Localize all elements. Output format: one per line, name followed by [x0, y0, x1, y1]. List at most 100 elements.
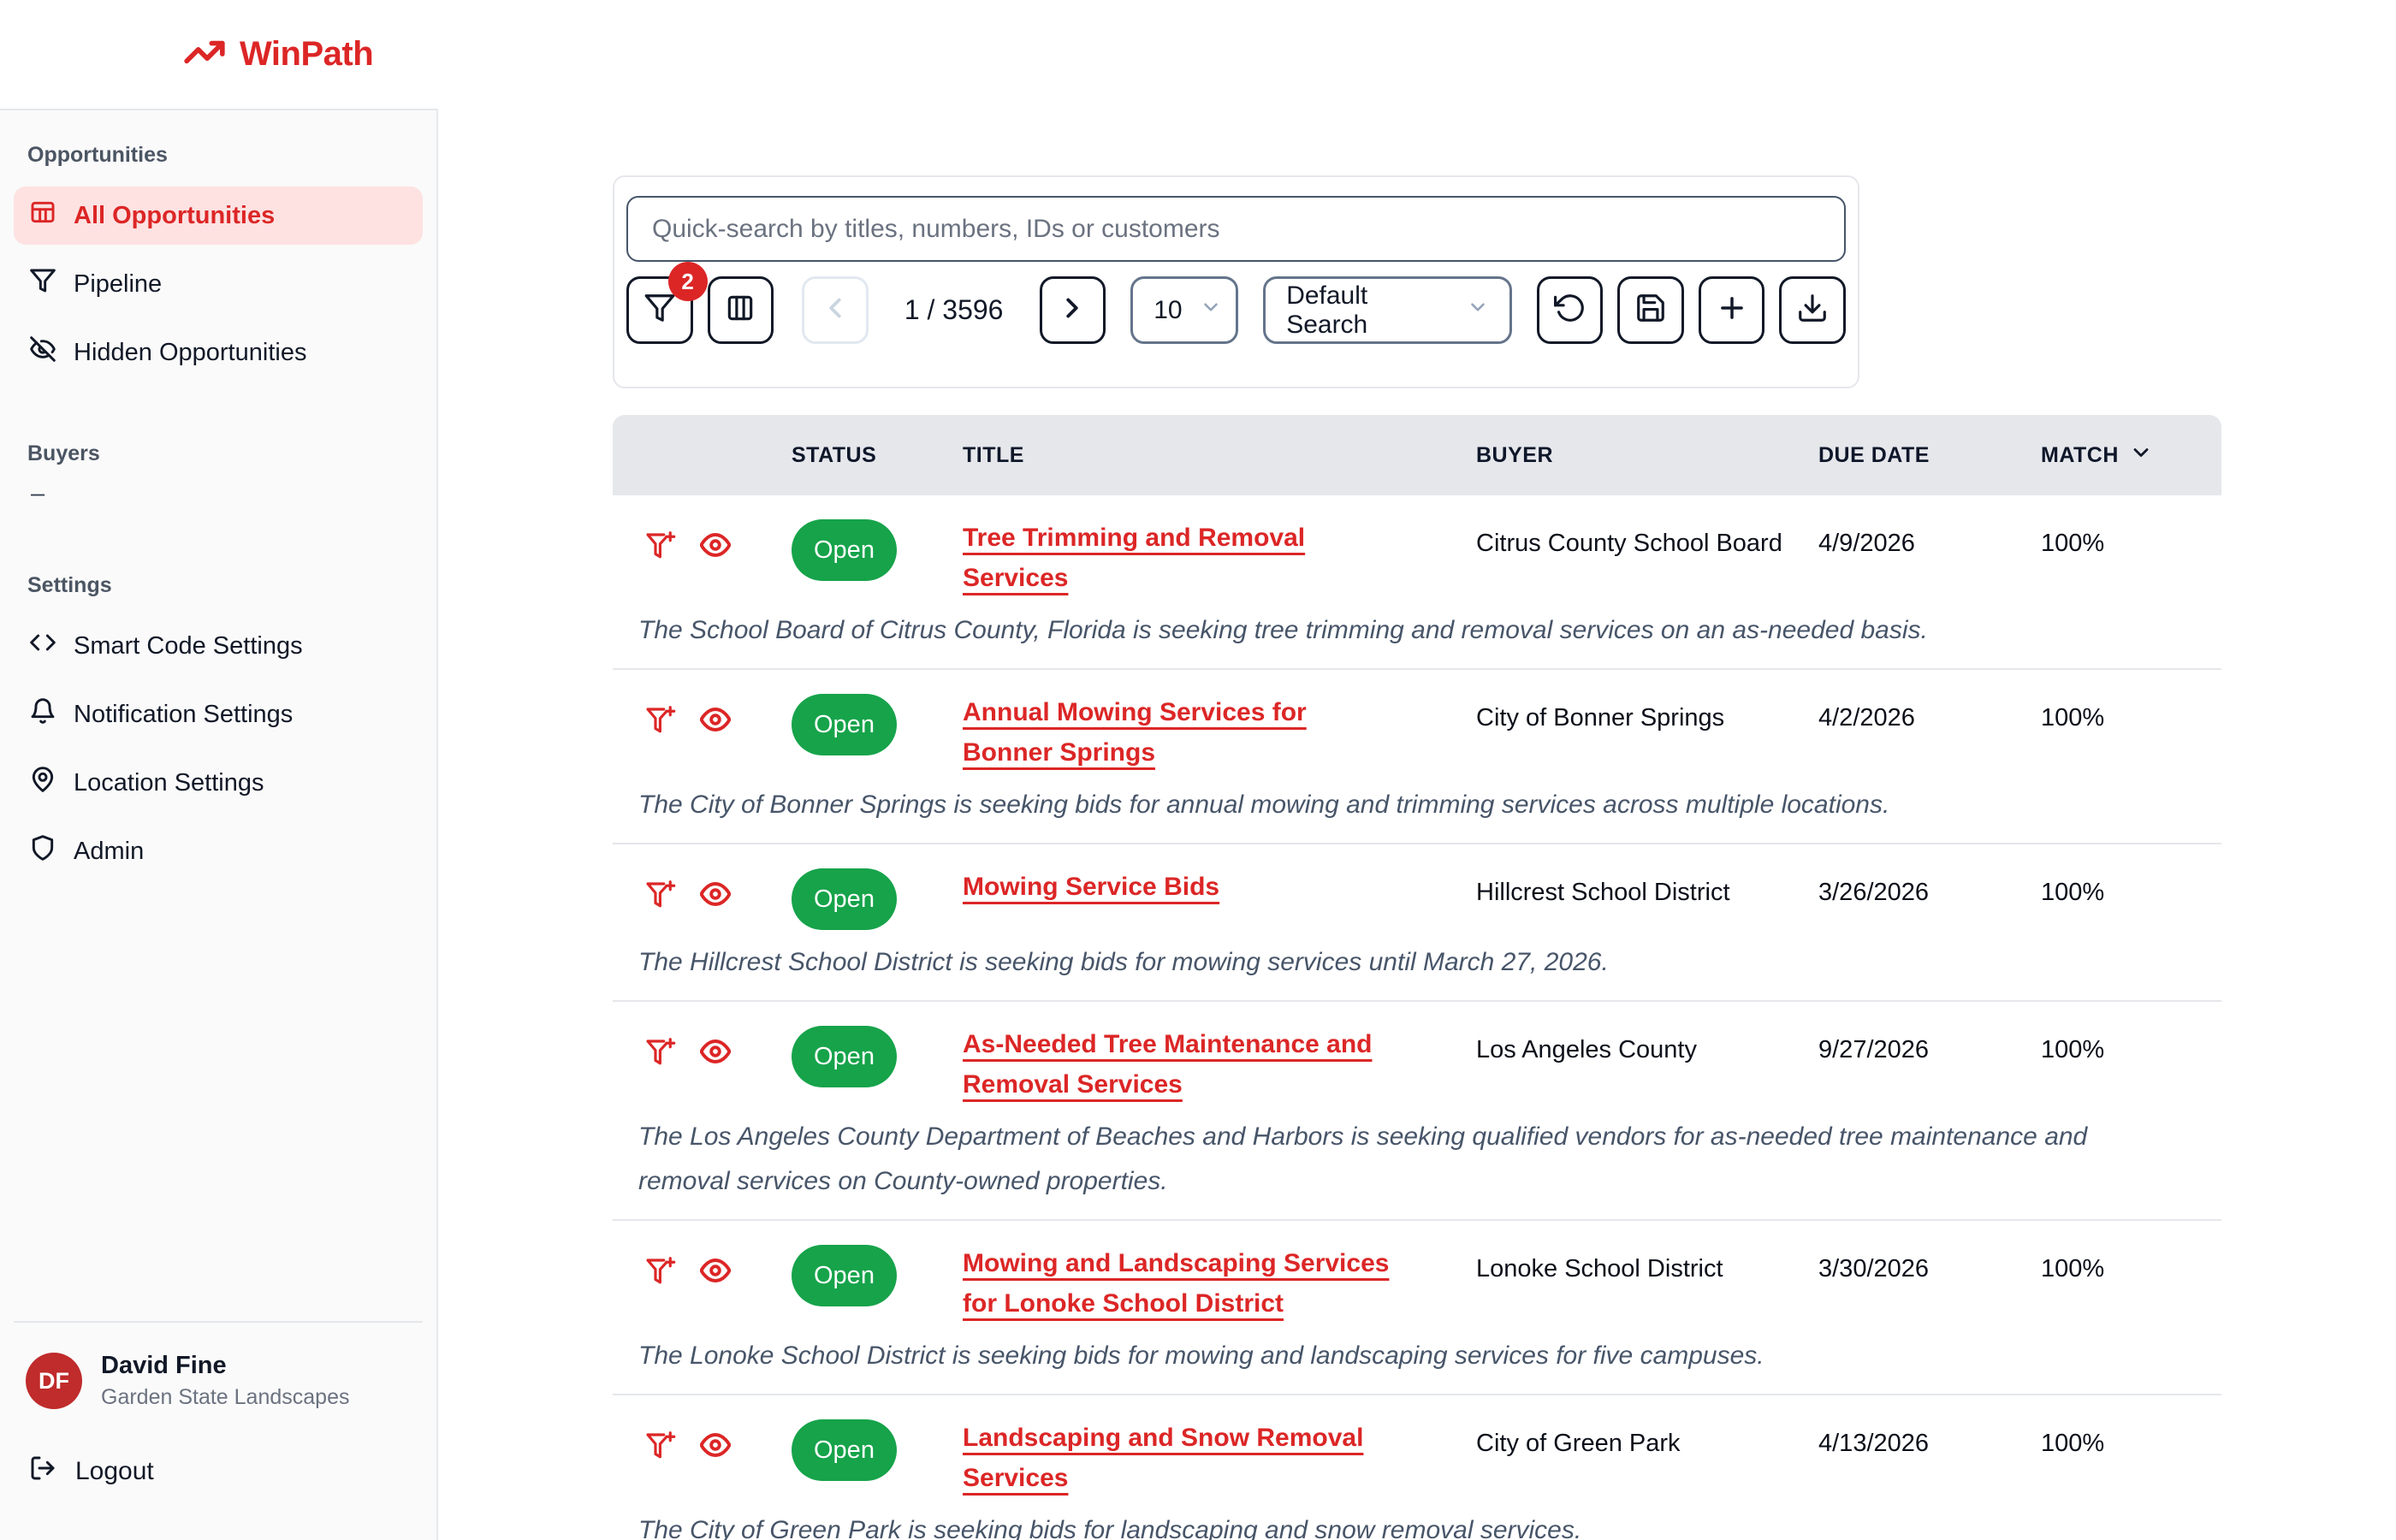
funnel-plus-icon[interactable] [645, 1430, 676, 1472]
status-badge: Open [792, 1026, 897, 1087]
status-badge: Open [792, 694, 897, 755]
sidebar-section-settings: Settings [27, 573, 112, 597]
sidebar-item-notification-settings[interactable]: Notification Settings [14, 685, 423, 743]
sidebar-item-label: All Opportunities [74, 201, 276, 229]
funnel-plus-icon[interactable] [645, 1036, 676, 1078]
sidebar-item-label: Admin [74, 837, 145, 865]
sidebar-item-pipeline[interactable]: Pipeline [14, 255, 423, 313]
sidebar-item-label: Location Settings [74, 768, 264, 797]
plus-icon [1716, 292, 1748, 329]
funnel-plus-icon[interactable] [645, 1255, 676, 1297]
buyer-column-header[interactable]: BUYER [1476, 443, 1818, 468]
opportunity-description: The City of Bonner Springs is seeking bi… [638, 791, 1890, 819]
chevron-down-icon [1183, 296, 1222, 325]
buyer-cell: Los Angeles County [1476, 1036, 1697, 1063]
eye-icon[interactable] [699, 1255, 732, 1297]
sidebar: Opportunities All Opportunities Pipeline… [0, 109, 438, 1540]
search-input[interactable] [626, 196, 1846, 262]
sidebar-item-label: Hidden Opportunities [74, 338, 307, 366]
opportunity-description: The School Board of Citrus County, Flori… [638, 616, 1928, 644]
logout-button[interactable]: Logout [14, 1441, 423, 1502]
opportunity-title-link[interactable]: As-Needed Tree Maintenance and Removal S… [963, 1030, 1372, 1099]
sidebar-item-label: Notification Settings [74, 700, 294, 728]
rotate-ccw-icon [1553, 292, 1586, 329]
table-row: Open Mowing Service Bids Hillcrest Schoo… [613, 844, 2221, 1002]
opportunity-title-link[interactable]: Annual Mowing Services for Bonner Spring… [963, 698, 1307, 767]
user-profile: DF David Fine Garden State Landscapes [14, 1321, 423, 1410]
funnel-icon [29, 267, 56, 301]
due-date-cell: 3/30/2026 [1818, 1255, 1930, 1282]
sidebar-item-admin[interactable]: Admin [14, 822, 423, 880]
shield-icon [29, 834, 56, 868]
reset-search-button[interactable] [1536, 276, 1604, 344]
status-column-header[interactable]: STATUS [792, 443, 963, 468]
code-icon [29, 629, 56, 663]
due-date-cell: 3/26/2026 [1818, 879, 1930, 906]
buyer-cell: Citrus County School Board [1476, 530, 1782, 557]
eye-icon[interactable] [699, 530, 732, 572]
logout-label: Logout [75, 1457, 154, 1485]
eye-icon[interactable] [699, 879, 732, 921]
opportunity-title-link[interactable]: Tree Trimming and Removal Services [963, 524, 1305, 592]
new-search-button[interactable] [1698, 276, 1765, 344]
buyer-cell: City of Green Park [1476, 1430, 1681, 1457]
sidebar-item-smart-code-settings[interactable]: Smart Code Settings [14, 617, 423, 675]
funnel-plus-icon[interactable] [645, 530, 676, 572]
buyers-empty-placeholder: – [31, 480, 45, 507]
export-button[interactable] [1779, 276, 1847, 344]
table-row: Open Landscaping and Snow Removal Servic… [613, 1395, 2221, 1540]
previous-page-button[interactable] [802, 276, 869, 344]
match-column-header[interactable]: MATCH [2041, 441, 2221, 471]
filters-button[interactable]: 2 [626, 262, 708, 344]
opportunity-description: The Los Angeles County Department of Bea… [638, 1122, 2088, 1195]
sort-chevron-down-icon [2119, 441, 2153, 471]
status-badge: Open [792, 1419, 897, 1481]
opportunity-description: The Lonoke School District is seeking bi… [638, 1342, 1764, 1370]
toolbar-buttons: 2 1 / 3596 10 Default Search [626, 262, 1847, 344]
due-date-column-header[interactable]: DUE DATE [1818, 443, 2041, 468]
match-cell: 100% [2041, 879, 2105, 906]
funnel-plus-icon[interactable] [645, 704, 676, 746]
opportunity-title-link[interactable]: Mowing Service Bids [963, 873, 1219, 901]
eye-icon[interactable] [699, 704, 732, 746]
due-date-cell: 9/27/2026 [1818, 1036, 1930, 1063]
saved-search-select[interactable]: Default Search [1263, 276, 1512, 344]
funnel-plus-icon[interactable] [645, 879, 676, 921]
user-name: David Fine [101, 1352, 227, 1379]
funnel-icon [643, 292, 676, 329]
trending-up-icon [183, 31, 226, 78]
top-bar: WinPath [0, 0, 2396, 109]
opportunity-title-link[interactable]: Landscaping and Snow Removal Services [963, 1424, 1363, 1492]
brand-logo[interactable]: WinPath [183, 31, 374, 78]
user-company: Garden State Landscapes [101, 1385, 350, 1409]
map-pin-icon [29, 766, 56, 800]
next-page-button[interactable] [1039, 276, 1106, 344]
sidebar-item-label: Pipeline [74, 270, 163, 298]
match-cell: 100% [2041, 1430, 2105, 1457]
save-icon [1634, 292, 1667, 329]
save-search-button[interactable] [1617, 276, 1684, 344]
page-size-value: 10 [1154, 295, 1183, 324]
sidebar-item-hidden-opportunities[interactable]: Hidden Opportunities [14, 323, 423, 382]
sidebar-item-all-opportunities[interactable]: All Opportunities [14, 187, 423, 245]
sidebar-item-location-settings[interactable]: Location Settings [14, 754, 423, 812]
match-cell: 100% [2041, 1036, 2105, 1063]
status-badge: Open [792, 868, 897, 930]
eye-icon[interactable] [699, 1430, 732, 1472]
eye-icon[interactable] [699, 1036, 732, 1078]
match-column-label: MATCH [2041, 442, 2119, 467]
opportunity-description: The City of Green Park is seeking bids f… [638, 1516, 1582, 1540]
page-size-select[interactable]: 10 [1130, 276, 1239, 344]
match-cell: 100% [2041, 704, 2105, 732]
bell-icon [29, 697, 56, 732]
buyer-cell: City of Bonner Springs [1476, 704, 1725, 732]
buyer-cell: Lonoke School District [1476, 1255, 1723, 1282]
opportunity-title-link[interactable]: Mowing and Landscaping Services for Lono… [963, 1249, 1389, 1318]
table-row: Open Tree Trimming and Removal Services … [613, 495, 2221, 670]
sidebar-item-label: Smart Code Settings [74, 631, 303, 660]
log-out-icon [29, 1454, 56, 1489]
title-column-header[interactable]: TITLE [963, 443, 1476, 468]
toolbar-card: 2 1 / 3596 [613, 175, 1859, 388]
columns-button[interactable] [707, 276, 774, 344]
due-date-cell: 4/9/2026 [1818, 530, 1915, 557]
